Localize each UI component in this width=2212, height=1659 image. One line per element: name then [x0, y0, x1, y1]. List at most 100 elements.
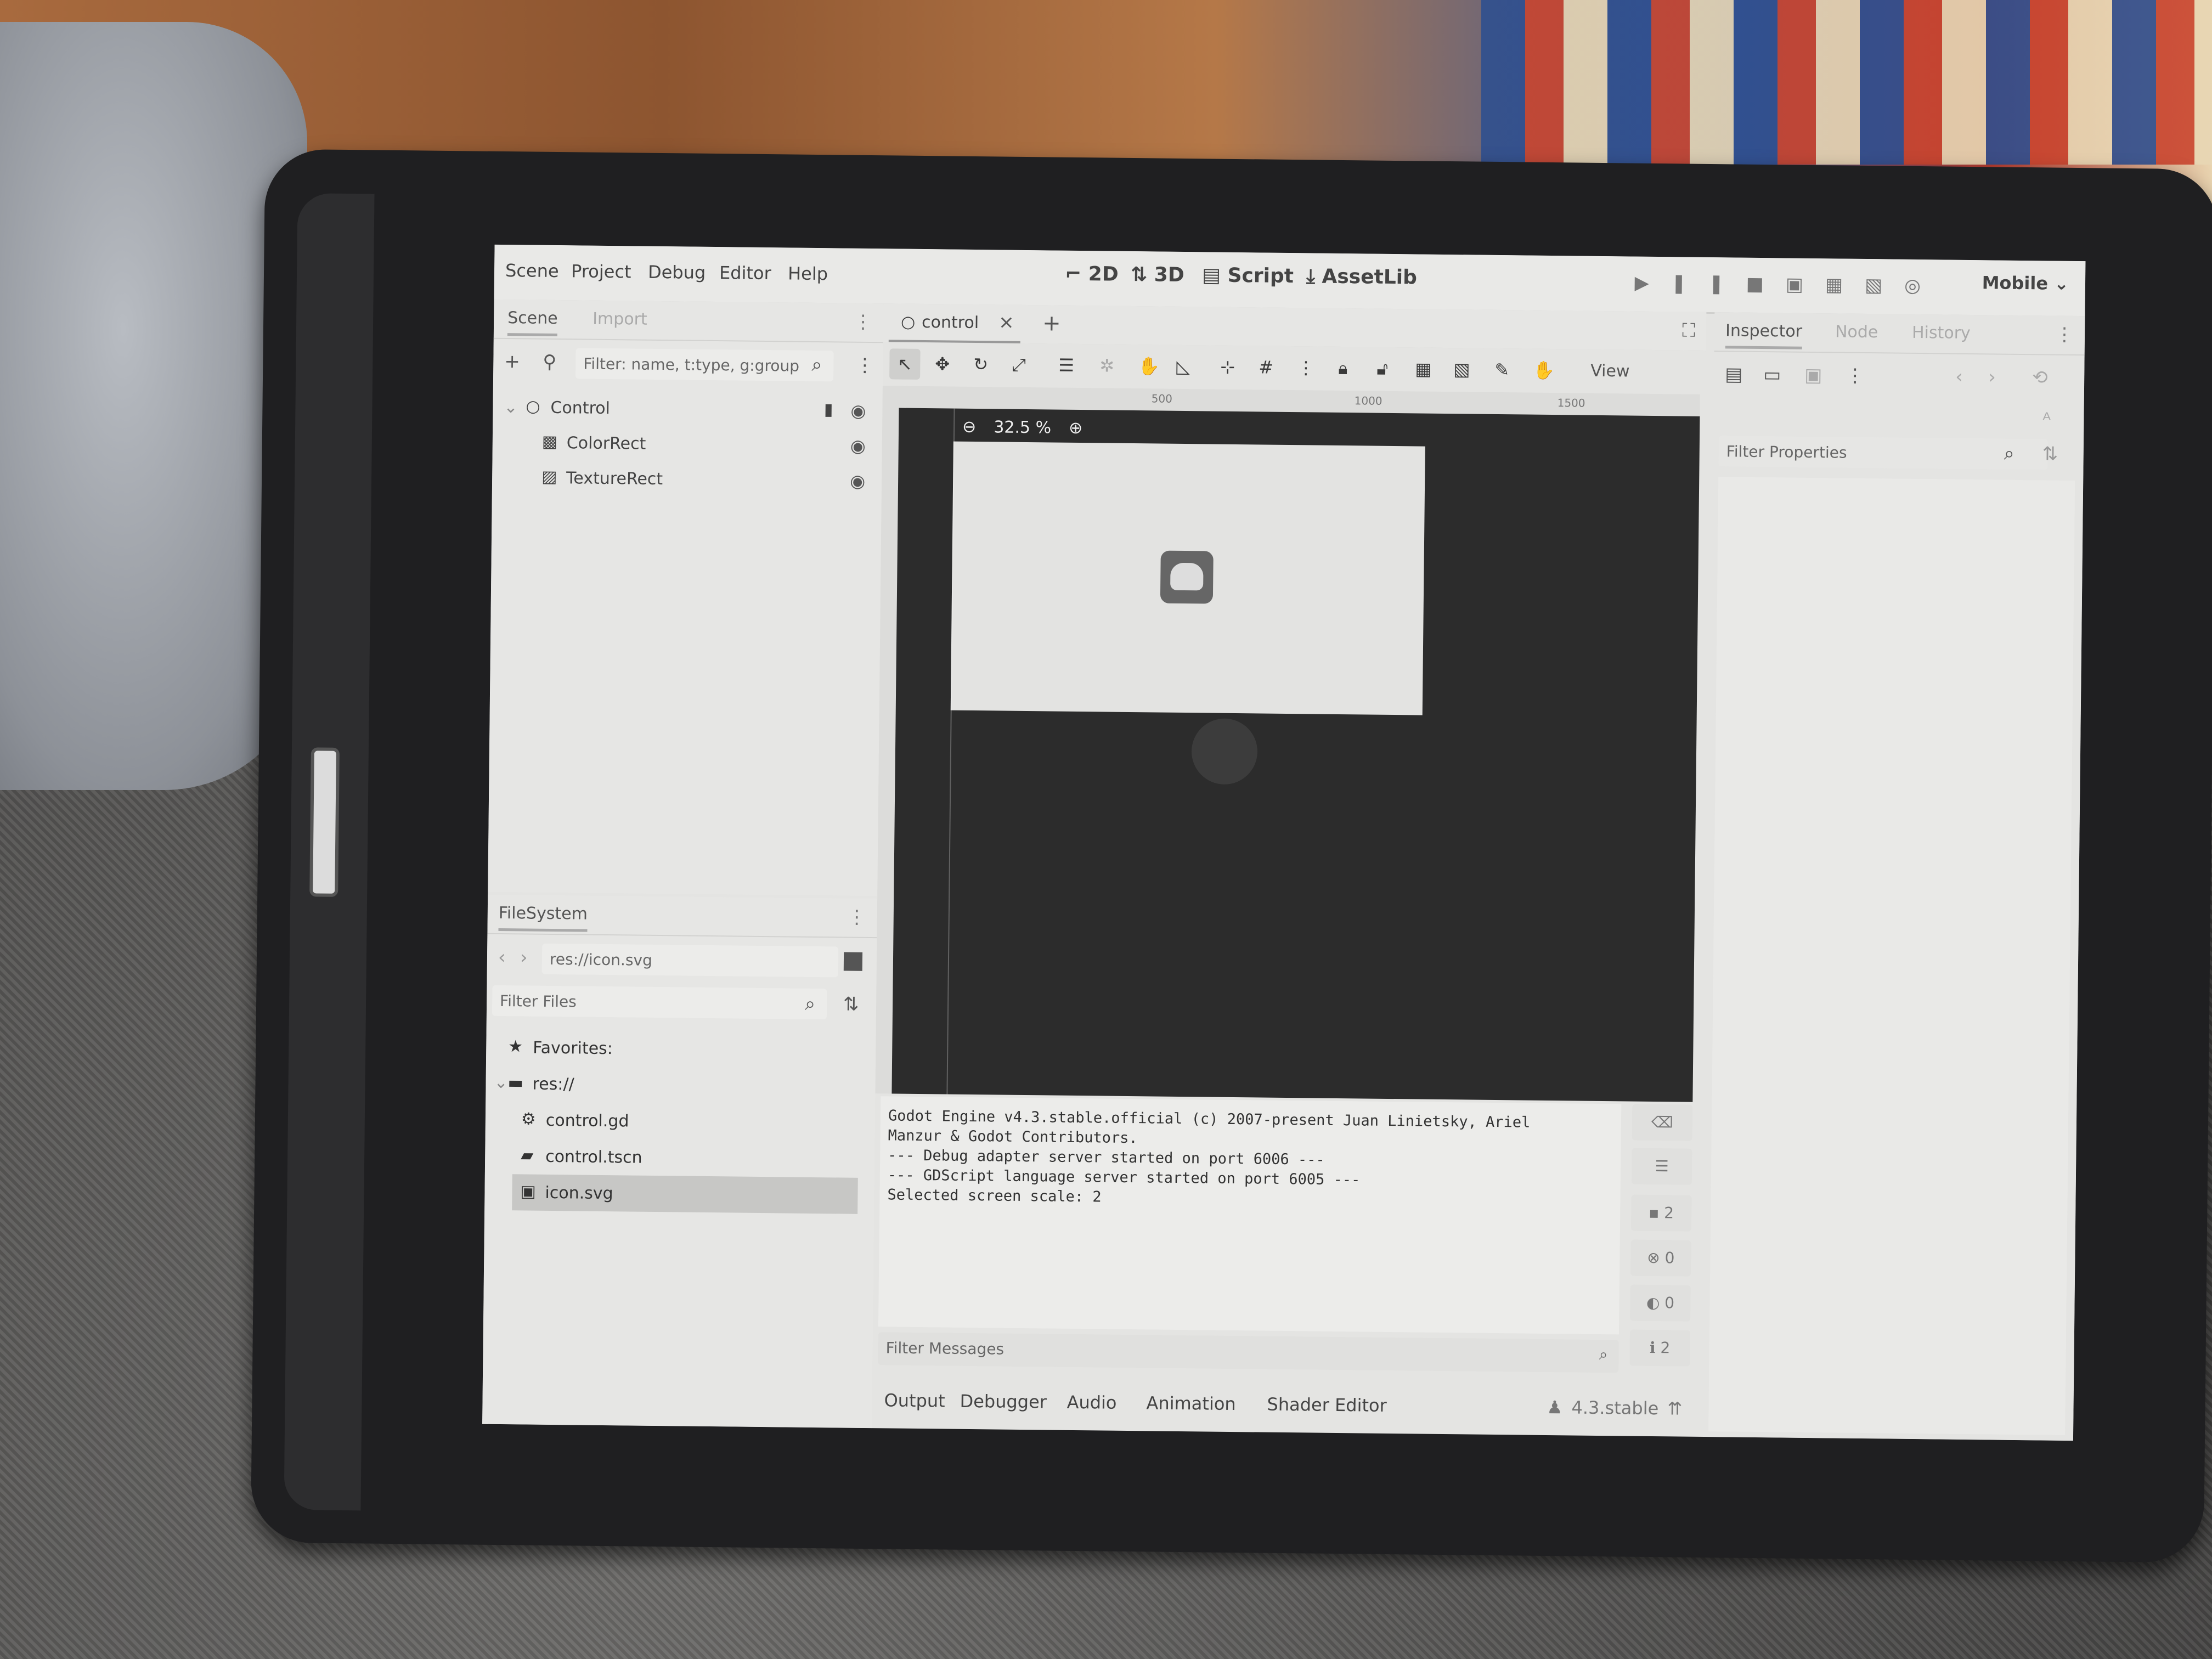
tree-node-colorrect[interactable]: ▩ ColorRect ◉	[492, 425, 882, 464]
errors-filter-button[interactable]: ⊗ 0	[1630, 1239, 1691, 1277]
tree-node-texturerect[interactable]: ▨ TextureRect ◉	[492, 460, 882, 499]
tab-history[interactable]: History	[1912, 323, 1971, 343]
close-icon[interactable]: ×	[998, 311, 1014, 333]
grid-snap-icon[interactable]: #	[1259, 357, 1273, 377]
favorites-item[interactable]: ★ Favorites:	[486, 1029, 876, 1069]
zoom-in-icon[interactable]: ⊕	[1069, 419, 1083, 438]
keyframe-icon[interactable]: ✋	[1533, 360, 1555, 381]
tab-animation[interactable]: Animation	[1146, 1392, 1236, 1414]
ruler-mode-icon[interactable]: ◺	[1176, 356, 1190, 377]
ungroup-icon[interactable]: ▧	[1453, 359, 1470, 380]
remote-debug-icon[interactable]: ▣	[1786, 273, 1826, 296]
workspace-3d-button[interactable]: ⇅ 3D	[1131, 263, 1184, 286]
collapse-duplicates-icon[interactable]: ☰	[1631, 1148, 1692, 1185]
tab-scene[interactable]: Scene	[507, 308, 558, 337]
expand-panel-icon[interactable]: ⇈	[1667, 1398, 1682, 1419]
stop-icon[interactable]: ■	[1746, 273, 1786, 296]
menu-project[interactable]: Project	[571, 261, 631, 282]
tab-output[interactable]: Output	[884, 1390, 945, 1411]
zoom-level[interactable]: 32.5 %	[994, 417, 1051, 437]
workspace-script-button[interactable]: ▤ Script	[1202, 264, 1294, 287]
scale-mode-icon[interactable]: ⤢	[1012, 354, 1026, 376]
collapse-arrow-icon[interactable]: ⌄	[504, 398, 518, 417]
menu-debug[interactable]: Debug	[648, 262, 706, 283]
object-history-icon[interactable]: ⟲	[2032, 366, 2048, 388]
unlock-icon[interactable]: 🔓︎	[1376, 358, 1388, 380]
text-case-icon[interactable]: ᴬ	[2042, 409, 2051, 431]
tab-filesystem[interactable]: FileSystem	[498, 903, 588, 932]
folder-res[interactable]: ⌄ ▬ res://	[486, 1065, 876, 1105]
godot-logo-icon[interactable]	[1160, 550, 1214, 604]
tree-node-control[interactable]: ⌄ ○ Control ▮ ◉	[493, 390, 883, 429]
file-item[interactable]: ⚙ control.gd	[486, 1102, 876, 1142]
menu-editor[interactable]: Editor	[719, 262, 771, 284]
history-back-icon[interactable]: ‹	[1955, 366, 1963, 388]
forward-icon[interactable]: ›	[520, 946, 528, 968]
dock-menu-icon[interactable]: ⋮	[2055, 324, 2074, 346]
visibility-eye-icon[interactable]: ◉	[850, 400, 866, 421]
move-mode-icon[interactable]: ✥	[935, 353, 950, 374]
messages-filter-button[interactable]: ▪ 2	[1630, 1194, 1692, 1232]
pivot-icon[interactable]: ✲	[1099, 355, 1114, 376]
play-custom-icon[interactable]: ▧	[1865, 274, 1905, 297]
filter-messages-input[interactable]: Filter Messages ⌕	[878, 1332, 1619, 1373]
pan-mode-icon[interactable]: ✋	[1138, 356, 1160, 376]
tab-debugger[interactable]: Debugger	[960, 1391, 1047, 1413]
workspace-2d-button[interactable]: ⌐ 2D	[1065, 263, 1119, 286]
dock-menu-icon[interactable]: ⋮	[848, 906, 866, 928]
group-icon[interactable]: ▦	[1415, 358, 1432, 379]
open-resource-icon[interactable]: ▭	[1763, 364, 1781, 386]
scene-options-icon[interactable]: ⋮	[855, 354, 874, 376]
resource-options-icon[interactable]: ⋮	[1846, 365, 1864, 387]
back-icon[interactable]: ‹	[498, 946, 506, 968]
smart-snap-icon[interactable]: ⊹	[1220, 357, 1235, 377]
link-icon[interactable]: ⚲	[543, 351, 556, 373]
sort-icon[interactable]: ⇅	[843, 994, 859, 1015]
sort-icon[interactable]: ⇅	[2042, 443, 2058, 465]
workspace-assetlib-button[interactable]: ⤓ AssetLib	[1306, 265, 1417, 289]
script-icon[interactable]: ▮	[824, 400, 833, 419]
warnings-filter-button[interactable]: ◐ 0	[1630, 1284, 1691, 1322]
renderer-select[interactable]: Mobile ⌄	[1982, 272, 2069, 294]
menu-help[interactable]: Help	[788, 263, 828, 284]
dock-menu-icon[interactable]: ⋮	[854, 311, 872, 333]
filesystem-filter-input[interactable]: Filter Files	[492, 985, 827, 1020]
visibility-eye-icon[interactable]: ◉	[850, 471, 865, 492]
history-forward-icon[interactable]: ›	[1988, 366, 1996, 388]
new-resource-icon[interactable]: ▤	[1725, 363, 1743, 385]
scene-filter-input[interactable]: Filter: name, t:type, g:group	[575, 348, 834, 382]
add-node-icon[interactable]: +	[504, 351, 520, 373]
lock-icon[interactable]: 🔒︎	[1338, 358, 1347, 379]
save-resource-icon[interactable]: ▣	[1804, 364, 1822, 386]
tab-import[interactable]: Import	[592, 309, 647, 329]
tab-inspector[interactable]: Inspector	[1725, 321, 1803, 349]
file-item-selected[interactable]: ▣ icon.svg	[512, 1174, 858, 1214]
rotate-mode-icon[interactable]: ↻	[973, 354, 988, 375]
split-mode-icon[interactable]	[843, 952, 863, 971]
menu-scene[interactable]: Scene	[505, 260, 559, 281]
tab-shader-editor[interactable]: Shader Editor	[1267, 1394, 1387, 1416]
collapse-arrow-icon[interactable]: ⌄	[494, 1073, 508, 1092]
visibility-eye-icon[interactable]: ◉	[850, 436, 866, 456]
movie-maker-icon[interactable]: ◎	[1904, 275, 1943, 297]
info-filter-button[interactable]: ℹ 2	[1629, 1329, 1690, 1367]
play-icon[interactable]: ▶	[1634, 272, 1671, 295]
colorrect-node[interactable]	[950, 441, 1425, 715]
zoom-out-icon[interactable]: ⊖	[962, 417, 977, 437]
tab-node[interactable]: Node	[1835, 322, 1878, 342]
bone-icon[interactable]: ✎	[1494, 359, 1509, 380]
file-item[interactable]: ▰ control.tscn	[485, 1138, 875, 1178]
fullscreen-icon[interactable]: ⛶	[1682, 319, 1695, 341]
pause-icon[interactable]: ❚❚	[1671, 272, 1746, 295]
clear-output-icon[interactable]: ⌫	[1632, 1104, 1693, 1141]
filter-properties-input[interactable]: Filter Properties	[1718, 436, 2049, 470]
canvas-viewport[interactable]: ⊖ 32.5 % ⊕	[891, 408, 1700, 1102]
list-select-icon[interactable]: ☰	[1058, 355, 1074, 376]
scene-tab-control[interactable]: ○ control ×	[888, 303, 1021, 344]
tab-audio[interactable]: Audio	[1066, 1392, 1116, 1413]
filesystem-path-input[interactable]: res://icon.svg	[541, 943, 839, 978]
play-scene-icon[interactable]: ▦	[1825, 274, 1865, 296]
select-mode-icon[interactable]: ↖	[889, 348, 921, 380]
add-scene-tab-icon[interactable]: +	[1042, 311, 1061, 336]
snap-options-icon[interactable]: ⋮	[1297, 357, 1314, 378]
